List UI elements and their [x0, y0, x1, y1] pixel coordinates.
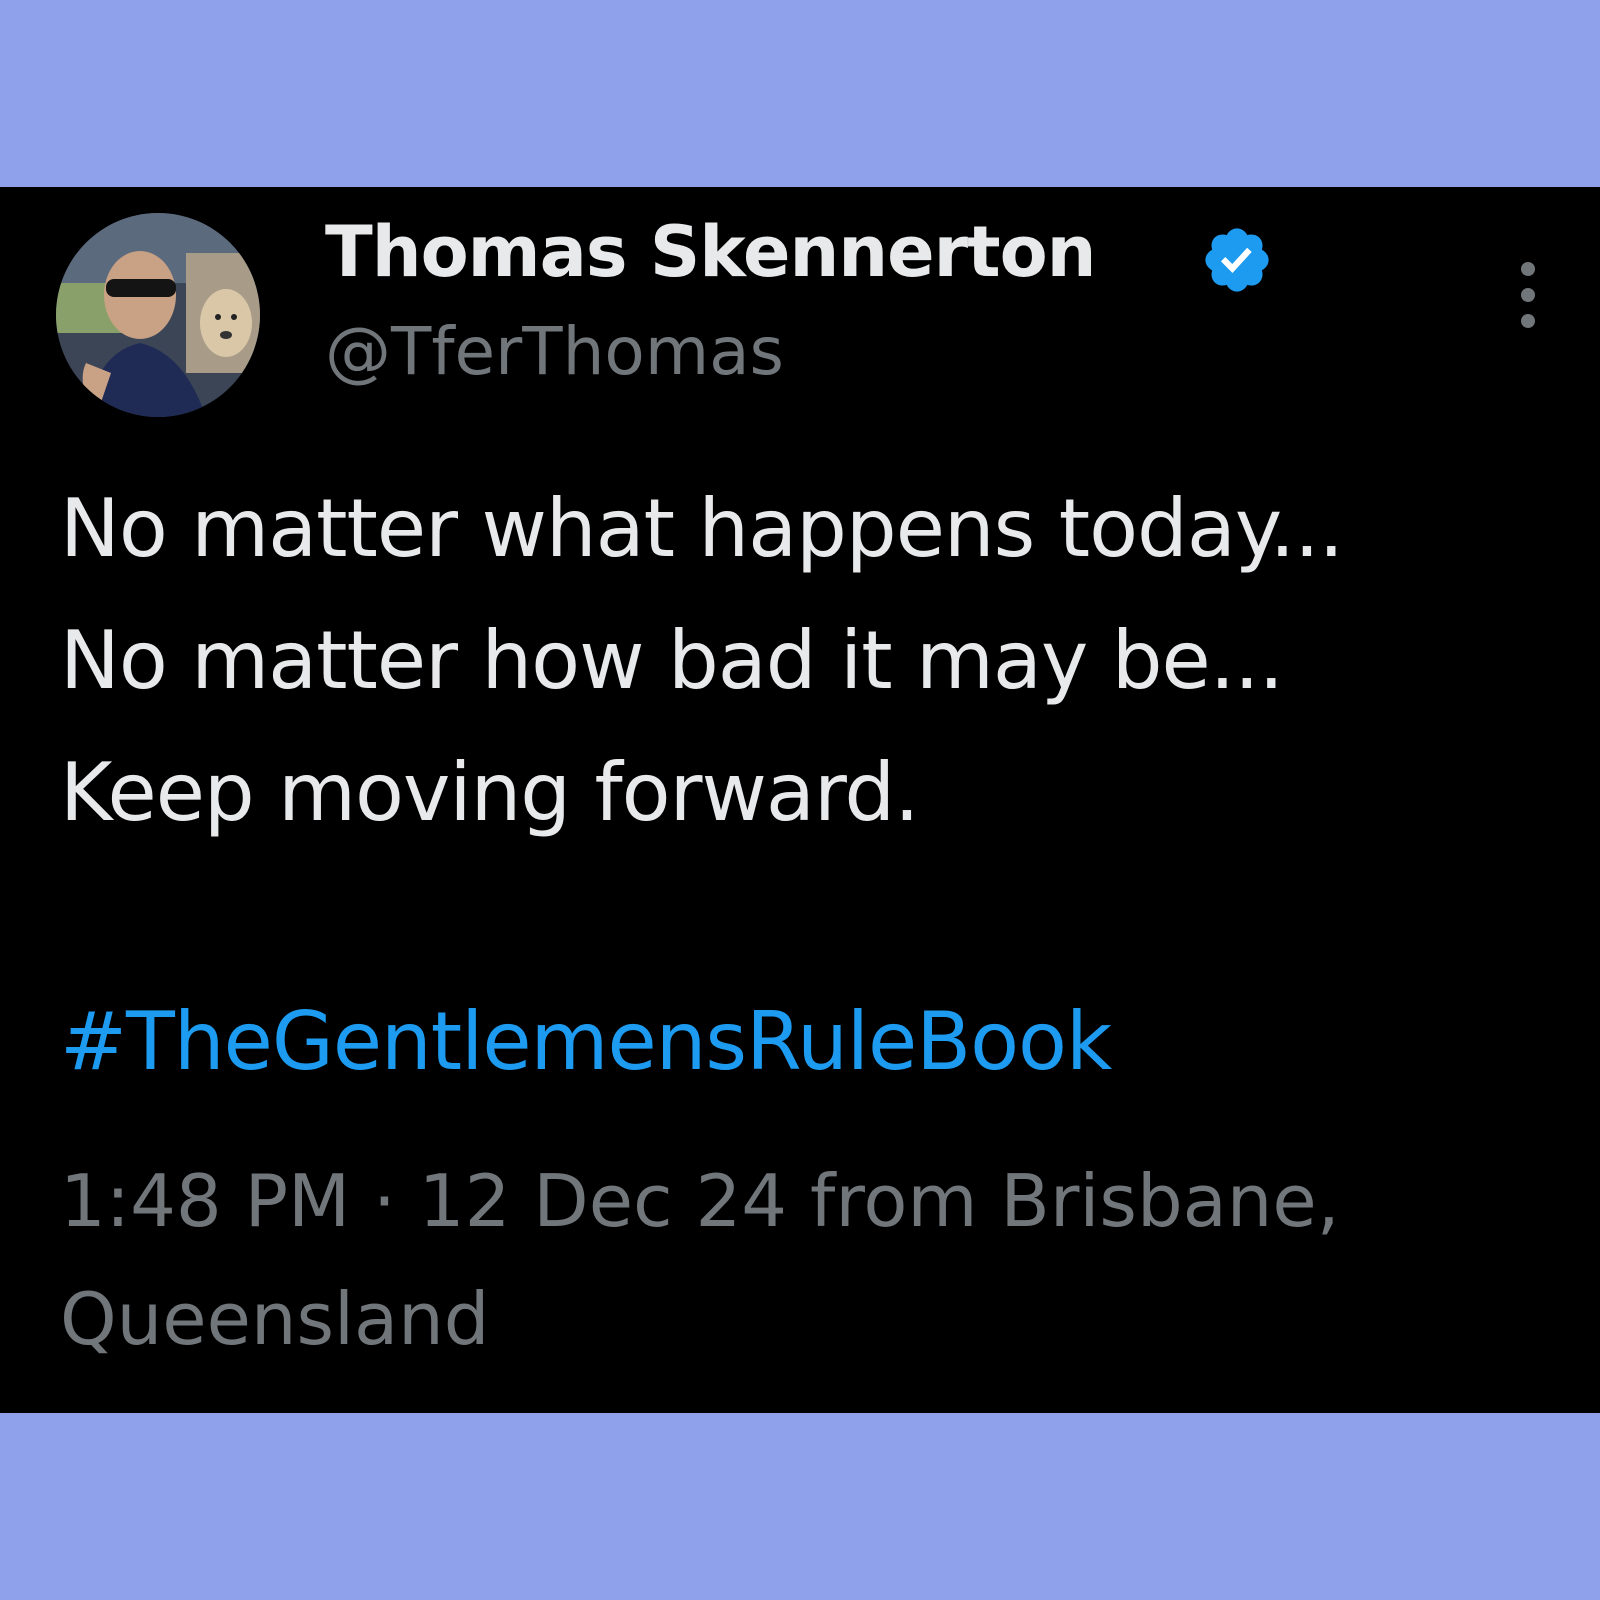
- more-options-icon[interactable]: [1510, 259, 1546, 331]
- verified-badge-icon: [1205, 228, 1269, 292]
- hashtag-link[interactable]: #TheGentlemensRuleBook: [60, 987, 1112, 1097]
- tweet-text-line: No matter what happens today...: [60, 482, 1344, 575]
- tweet-card: Thomas Skennerton @TferThomas No matter …: [0, 187, 1600, 1413]
- display-name[interactable]: Thomas Skennerton: [325, 207, 1096, 297]
- tweet-timestamp-location: 1:48 PM · 12 Dec 24 from Brisbane, Queen…: [60, 1142, 1540, 1378]
- avatar-photo: [56, 213, 260, 417]
- avatar[interactable]: [56, 213, 260, 417]
- location-line: Queensland: [60, 1277, 490, 1361]
- tweet-text-line: No matter how bad it may be...: [60, 614, 1284, 707]
- tweet-text-line: Keep moving forward.: [60, 746, 920, 839]
- timestamp-line[interactable]: 1:48 PM · 12 Dec 24 from Brisbane,: [60, 1142, 1540, 1260]
- user-handle[interactable]: @TferThomas: [325, 312, 784, 392]
- tweet-text: No matter what happens today... No matte…: [60, 463, 1580, 859]
